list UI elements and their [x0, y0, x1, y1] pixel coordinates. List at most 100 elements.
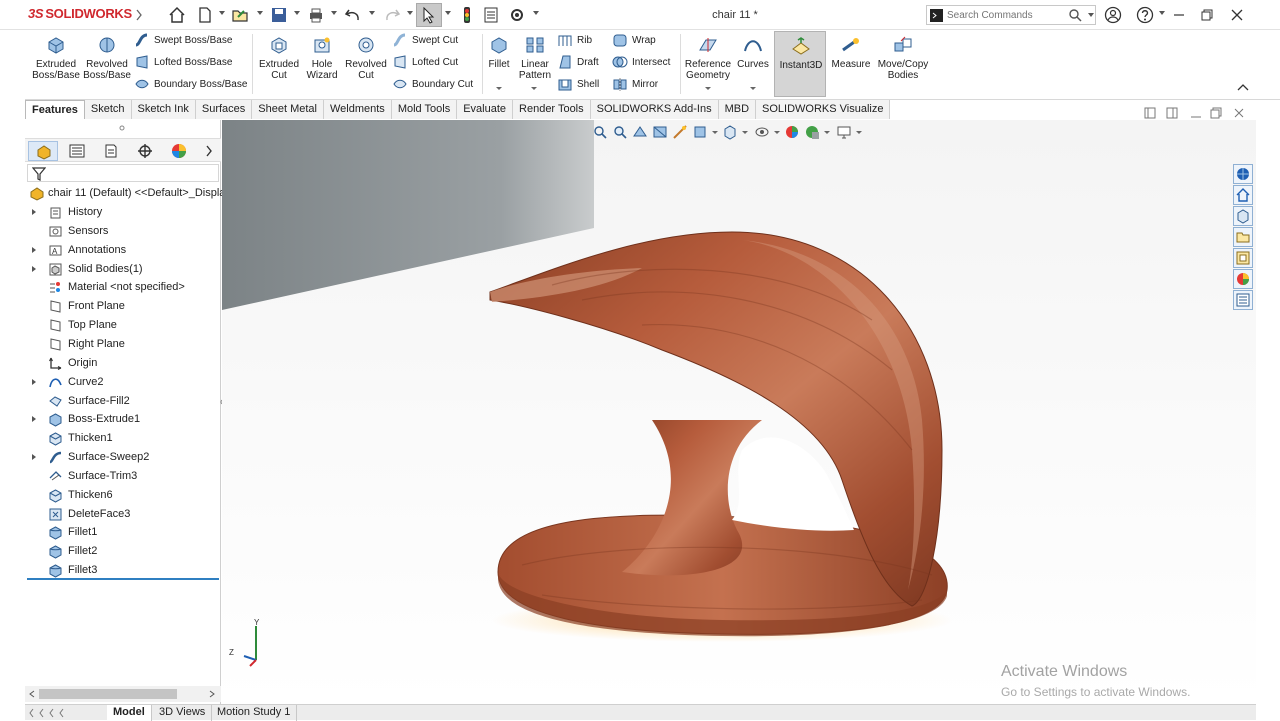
user-account-icon[interactable]: [1104, 6, 1122, 24]
tab-solidworks-add-ins[interactable]: SOLIDWORKS Add-Ins: [590, 100, 719, 119]
undo-dropdown-icon[interactable]: [369, 11, 375, 15]
redo-icon[interactable]: [383, 6, 401, 24]
view-settings-icon[interactable]: [836, 124, 852, 140]
tree-item-surface-sweep2[interactable]: Surface-Sweep2: [25, 448, 219, 467]
panel-grip-icon[interactable]: [118, 125, 126, 131]
rebuild-traffic-light-icon[interactable]: [458, 6, 476, 24]
boundary-cut-button[interactable]: Boundary Cut: [392, 76, 473, 94]
dimxpert-manager-tab[interactable]: [130, 141, 160, 161]
custom-properties-tab[interactable]: [1233, 290, 1253, 310]
tree-item-fillet2[interactable]: Fillet2: [25, 542, 219, 561]
file-explorer-tab[interactable]: [1233, 227, 1253, 247]
tab-mold-tools[interactable]: Mold Tools: [391, 100, 458, 119]
panel-more-chevron-icon[interactable]: [205, 145, 213, 157]
lofted-boss-button[interactable]: Lofted Boss/Base: [134, 54, 232, 72]
display-style-dropdown-icon[interactable]: [742, 131, 748, 134]
view-orientation-dropdown-icon[interactable]: [712, 131, 718, 134]
tree-item-front-plane[interactable]: Front Plane: [25, 297, 219, 316]
property-manager-tab[interactable]: [62, 141, 92, 161]
swept-boss-button[interactable]: Swept Boss/Base: [134, 32, 232, 50]
reference-geometry-button[interactable]: Reference Geometry: [684, 36, 732, 81]
model-tab[interactable]: Model: [107, 705, 152, 721]
tree-item-deleteface3[interactable]: DeleteFace3: [25, 505, 219, 524]
graphics-viewport[interactable]: Y Z: [222, 120, 1256, 704]
tree-item-fillet1[interactable]: Fillet1: [25, 523, 219, 542]
scroll-right-icon[interactable]: [209, 690, 215, 698]
tab-solidworks-visualize[interactable]: SOLIDWORKS Visualize: [756, 100, 891, 119]
mirror-button[interactable]: Mirror: [612, 76, 658, 94]
new-dropdown-icon[interactable]: [219, 11, 225, 15]
search-commands-box[interactable]: [926, 5, 1096, 25]
tree-item-surface-fill2[interactable]: Surface-Fill2: [25, 392, 219, 411]
boundary-boss-button[interactable]: Boundary Boss/Base: [134, 76, 247, 94]
lofted-cut-button[interactable]: Lofted Cut: [392, 54, 458, 72]
tab-scroll-arrows-icon[interactable]: [29, 708, 99, 718]
swept-cut-button[interactable]: Swept Cut: [392, 32, 458, 50]
tab-render-tools[interactable]: Render Tools: [513, 100, 591, 119]
tree-item-history[interactable]: History: [25, 203, 219, 222]
tree-item-thicken1[interactable]: Thicken1: [25, 429, 219, 448]
viewport-close-icon[interactable]: [1233, 107, 1245, 119]
linear-pattern-button[interactable]: Linear Pattern: [516, 36, 554, 81]
section-view-icon[interactable]: [652, 124, 668, 140]
view-settings-dropdown-icon[interactable]: [856, 131, 862, 134]
chair-model-render[interactable]: [222, 120, 1256, 704]
configuration-manager-tab[interactable]: [96, 141, 126, 161]
display-style-icon[interactable]: [722, 124, 738, 140]
tab-sketch-ink[interactable]: Sketch Ink: [131, 100, 196, 119]
home-tab[interactable]: [1233, 185, 1253, 205]
search-icon[interactable]: [1069, 9, 1082, 22]
curves-dropdown-icon[interactable]: [750, 87, 756, 90]
viewport-minimize-icon[interactable]: [1190, 112, 1202, 118]
solidworks-logo[interactable]: 3S SOLIDWORKS: [28, 6, 132, 21]
reference-geometry-dropdown-icon[interactable]: [705, 87, 711, 90]
chevron-right-icon[interactable]: [135, 9, 143, 21]
tree-item-material-not-specified[interactable]: Material <not specified>: [25, 278, 219, 297]
expand-arrow-icon[interactable]: [32, 246, 36, 253]
expand-arrow-icon[interactable]: [32, 378, 36, 385]
wrap-button[interactable]: Wrap: [612, 32, 656, 50]
measure-button[interactable]: Measure: [830, 36, 872, 70]
scroll-thumb[interactable]: [39, 689, 177, 699]
extruded-boss-button[interactable]: Extruded Boss/Base: [32, 36, 80, 81]
hide-show-dropdown-icon[interactable]: [774, 131, 780, 134]
rollback-bar[interactable]: [27, 578, 219, 580]
select-dropdown-icon[interactable]: [445, 11, 451, 15]
display-manager-tab[interactable]: [164, 141, 194, 161]
zoom-to-area-icon[interactable]: [612, 124, 628, 140]
scroll-left-icon[interactable]: [29, 690, 35, 698]
save-dropdown-icon[interactable]: [294, 11, 300, 15]
viewport-tile-left-icon[interactable]: [1144, 107, 1156, 119]
solidworks-resources-tab[interactable]: [1233, 164, 1253, 184]
tree-item-sensors[interactable]: Sensors: [25, 222, 219, 241]
revolved-boss-button[interactable]: Revolved Boss/Base: [83, 36, 131, 81]
tab-weldments[interactable]: Weldments: [323, 100, 392, 119]
hole-wizard-button[interactable]: Hole Wizard: [302, 36, 342, 81]
tree-item-right-plane[interactable]: Right Plane: [25, 335, 219, 354]
3d-views-tab[interactable]: 3D Views: [153, 705, 213, 721]
viewport-tile-right-icon[interactable]: [1166, 107, 1178, 119]
fillet-button[interactable]: Fillet: [486, 36, 512, 70]
help-dropdown-icon[interactable]: [1159, 11, 1165, 15]
viewport-restore-icon[interactable]: [1210, 107, 1222, 119]
redo-dropdown-icon[interactable]: [407, 11, 413, 15]
home-icon[interactable]: [168, 6, 186, 24]
curves-button[interactable]: Curves: [736, 36, 770, 70]
expand-arrow-icon[interactable]: [32, 265, 36, 272]
restore-icon[interactable]: [1198, 6, 1216, 24]
tree-item-thicken6[interactable]: Thicken6: [25, 486, 219, 505]
tree-item-solid-bodies-1[interactable]: Solid Bodies(1): [25, 260, 219, 279]
search-input[interactable]: [947, 8, 1067, 23]
options-dropdown-icon[interactable]: [533, 11, 539, 15]
edit-appearance-icon[interactable]: [784, 124, 800, 140]
draft-button[interactable]: Draft: [557, 54, 599, 72]
view-palette-tab[interactable]: [1233, 248, 1253, 268]
tree-item-surface-trim3[interactable]: Surface-Trim3: [25, 467, 219, 486]
panel-horizontal-scrollbar[interactable]: [25, 686, 221, 702]
tab-surfaces[interactable]: Surfaces: [195, 100, 253, 119]
intersect-button[interactable]: Intersect: [612, 54, 670, 72]
shell-button[interactable]: Shell: [557, 76, 599, 94]
options-gear-icon[interactable]: [508, 6, 526, 24]
open-folder-icon[interactable]: [231, 6, 249, 24]
scene-dropdown-icon[interactable]: [824, 131, 830, 134]
